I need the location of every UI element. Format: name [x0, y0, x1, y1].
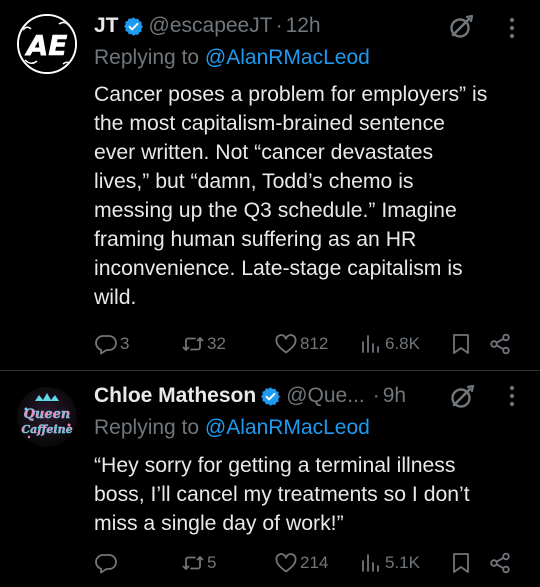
user-handle[interactable]: @Que... [286, 384, 365, 408]
reply-icon [95, 554, 117, 574]
share-icon [490, 333, 510, 355]
avatar-queen-caffeine-logo: Queen Caffeine [17, 387, 77, 447]
reply-button[interactable] [94, 549, 120, 577]
tweet-text-line: boss, I’ll cancel my treatments so I don… [94, 483, 470, 506]
like-icon [275, 334, 297, 354]
views-count: 5.1K [385, 553, 420, 572]
more-icon[interactable] [508, 16, 516, 40]
bookmark-icon [453, 553, 469, 573]
views-icon [362, 335, 379, 353]
tweet-text-line: framing human suffering as an HR [94, 228, 417, 251]
like-icon [275, 553, 297, 573]
display-name[interactable]: JT [94, 14, 119, 38]
tweet-text-line: messing up the Q3 schedule.” Imagine [94, 199, 457, 222]
share-icon [490, 552, 510, 574]
avatar[interactable]: AE [17, 14, 77, 74]
replying-to: Replying to @AlanRMacLeod [94, 46, 370, 70]
more-icon[interactable] [508, 384, 516, 408]
like-count: 214 [300, 553, 329, 572]
like-count: 812 [300, 334, 329, 353]
svg-text:Queen: Queen [24, 407, 71, 422]
views-button[interactable]: 5.1K [359, 549, 420, 577]
tweet-text-line: lives,” but “damn, Todd’s chemo is [94, 170, 414, 193]
tweet-text-line: the most capitalism-brained sentence [94, 112, 445, 135]
separator-dot: · [372, 384, 380, 407]
mention-link[interactable]: @AlanRMacLeod [205, 416, 370, 439]
replying-prefix: Replying to [94, 46, 200, 69]
retweet-button[interactable]: 32 [181, 330, 226, 358]
svg-text:Caffeine: Caffeine [21, 423, 72, 436]
views-count: 6.8K [385, 334, 420, 353]
user-handle[interactable]: @escapeeJT [149, 14, 273, 38]
tweet[interactable]: AE JT @escapeeJT · 12h Replying to @Alan… [0, 0, 540, 370]
retweet-count: 32 [207, 334, 226, 353]
tweet-text-line: “Hey sorry for getting a terminal illnes… [94, 454, 456, 477]
tweet[interactable]: Queen Caffeine Chloe Matheson @Que... · … [0, 371, 540, 587]
tweet-text-line: wild. [94, 286, 137, 309]
retweet-button[interactable]: 5 [181, 549, 216, 577]
retweet-icon [182, 556, 204, 570]
bookmark-button[interactable] [449, 549, 473, 577]
grok-icon[interactable] [448, 14, 474, 40]
mention-link[interactable]: @AlanRMacLeod [205, 46, 370, 69]
replying-to: Replying to @AlanRMacLeod [94, 416, 370, 440]
like-button[interactable]: 214 [274, 549, 328, 577]
reply-button[interactable]: 3 [94, 330, 129, 358]
avatar-ae-logo: AE [19, 16, 75, 72]
bookmark-button[interactable] [449, 330, 473, 358]
like-button[interactable]: 812 [274, 330, 328, 358]
reply-icon [95, 335, 117, 355]
tweet-text-line: Cancer poses a problem for employers” is [94, 83, 488, 106]
views-button[interactable]: 6.8K [359, 330, 420, 358]
svg-text:AE: AE [25, 29, 68, 62]
reply-count: 3 [120, 334, 130, 353]
timestamp[interactable]: 9h [383, 384, 406, 408]
verified-badge-icon [123, 16, 143, 36]
separator-dot: · [275, 14, 283, 37]
tweet-text-line: inconvenience. Late-stage capitalism is [94, 257, 463, 280]
share-button[interactable] [488, 330, 512, 358]
tweet-text-line: miss a single day of work!” [94, 512, 344, 535]
grok-icon[interactable] [449, 384, 475, 410]
tweet-text: Cancer poses a problem for employers” is… [94, 80, 526, 312]
verified-badge-icon [261, 386, 281, 406]
retweet-icon [182, 337, 204, 351]
views-icon [362, 554, 379, 572]
replying-prefix: Replying to [94, 416, 200, 439]
share-button[interactable] [488, 549, 512, 577]
tweet-text: “Hey sorry for getting a terminal illnes… [94, 451, 526, 538]
timestamp[interactable]: 12h [286, 14, 321, 38]
tweet-text-line: ever written. Not “cancer devastates [94, 141, 434, 164]
action-bar: 5 214 5.1K [0, 549, 540, 577]
display-name[interactable]: Chloe Matheson [94, 384, 256, 408]
action-bar: 3 32 812 6.8K [0, 330, 540, 358]
bookmark-icon [453, 334, 469, 354]
retweet-count: 5 [207, 553, 217, 572]
avatar[interactable]: Queen Caffeine [17, 387, 77, 447]
